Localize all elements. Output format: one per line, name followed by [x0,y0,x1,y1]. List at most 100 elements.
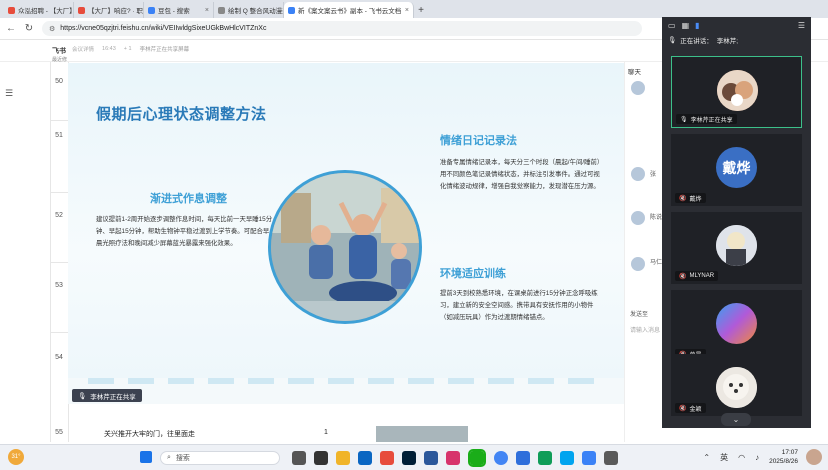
browser-tab-bar: 众泓招聘 - 【大厂】响应?·职 × 【大厂】响应? · 职 × 豆包 - 搜索… [0,0,828,18]
chat-input[interactable]: 请输入消息 [630,325,660,334]
feishu-icon[interactable] [582,451,596,465]
participant-tile[interactable]: 🔇曾晨 [671,290,802,362]
row-number: 54 [55,354,63,361]
favicon-icon [148,6,155,14]
favicon-icon [288,6,295,14]
url-field[interactable]: ⚙ https://vcne05qzjtri.feishu.cn/wiki/VE… [42,21,642,36]
app-icon[interactable] [292,451,306,465]
section-title: 情绪日记记录法 [440,135,517,147]
sharing-indicator: 🎙 李林芹正在共享 [72,389,142,402]
participant-tile[interactable]: 🎙 李林芹正在共享 [671,56,802,128]
table-cell[interactable]: 关兴推开大牢的门，往里面走 [104,429,195,439]
weather-icon[interactable]: 31° [8,449,24,465]
table-row: 55 关兴推开大牢的门，往里面走 1 [50,424,670,444]
wechat-icon[interactable] [468,449,486,467]
avatar [631,81,645,95]
shared-screen: 假期后心理状态调整方法 渐进式作息调整 建议提前1-2周开始逐步调整作息时间，每… [68,63,624,404]
app-icon[interactable] [314,451,328,465]
participant-tile[interactable]: 🔇 MLYNAR [671,212,802,284]
browser-tab-active[interactable]: 新《案文案云书》副本 - 飞书云文档 × [284,2,414,18]
phone-icon[interactable]: ▮ [695,21,699,30]
grid-line [50,120,70,121]
row-number: 50 [55,78,63,85]
chrome-icon[interactable] [494,451,508,465]
new-tab-button[interactable]: + [414,2,428,18]
site-info-icon[interactable]: ⚙ [49,25,55,33]
meeting-details-link[interactable]: 会议详情 [72,45,94,53]
app-icon[interactable] [358,451,372,465]
section-title: 渐进式作息调整 [150,193,227,205]
wifi-icon[interactable]: ◠ [738,453,745,462]
taskbar-search[interactable]: ⌕ 搜索 [160,451,280,465]
system-tray: ⌃ 英 ◠ ♪ 17:07 2025/8/26 [703,448,798,466]
window-icon[interactable]: ▭ [668,21,676,30]
app-icon[interactable] [516,451,530,465]
app-icon[interactable] [560,451,574,465]
app-icon[interactable] [446,451,460,465]
menu-icon[interactable]: ☰ [5,88,13,99]
avatar [716,225,757,266]
start-icon[interactable] [140,451,152,463]
sharing-status: 李林芹正在共享屏幕 [139,47,190,53]
browser-tab[interactable]: 绘制 Q 整合风动漫美词 - 豆包 × [214,2,284,18]
chevron-up-icon[interactable]: ⌃ [703,453,710,462]
meeting-bar: 会议详情 16:43 + 1 李林芹正在共享屏幕 [72,45,189,53]
browser-tab[interactable]: 【大厂】响应? · 职 × [74,2,144,18]
participant-name: 🔇 戴烨 [675,193,706,203]
mic-icon: 🎙 [680,116,688,123]
chat-name: 张 [650,172,657,178]
app-icon[interactable] [380,451,394,465]
row-number: 52 [55,212,63,219]
favicon-icon [8,6,15,14]
clock[interactable]: 17:07 2025/8/26 [769,448,798,466]
avatar [716,303,757,344]
mic-muted-icon: 🔇 [679,273,687,280]
row-number: 55 [55,429,63,436]
meeting-time: 16:43 [102,46,116,52]
photo-illustration [271,173,419,321]
slide-footer-stripe [68,378,624,384]
favicon-icon [218,6,225,14]
send-to-label: 发送至 [630,312,649,318]
grid-line [50,332,70,333]
mic-muted-icon: 🔇 [679,405,687,412]
grid-icon[interactable]: ▦ [682,21,690,30]
mic-icon: 🎙 [668,37,677,44]
speaking-name: 李林芹; [716,38,739,45]
app-icon[interactable] [604,451,618,465]
mic-muted-icon: 🔇 [679,195,687,202]
participant-tile[interactable]: 🔇 金颖 [671,354,802,416]
reload-icon[interactable]: ↻ [24,23,34,34]
search-icon: ⌕ [167,454,171,461]
word-icon[interactable] [424,451,438,465]
ime-indicator[interactable]: 英 [720,452,728,463]
more-icon[interactable]: ☰ [798,21,805,30]
table-cell[interactable]: 1 [324,429,328,436]
meeting-panel: ▭ ▦ ▮ ☰ 🎙 正在讲话： 李林芹; 🎙 李林芹正在共享 戴烨 🔇 戴烨 🔇 ML… [662,17,811,428]
close-icon[interactable]: × [405,7,409,14]
back-icon[interactable]: ← [6,23,16,34]
grid-line [50,192,70,193]
browser-tab[interactable]: 豆包 - 搜索 × [144,2,214,18]
close-icon[interactable]: × [205,7,209,14]
chevron-down-icon[interactable]: ⌄ [721,413,751,426]
sharing-name: 李林芹正在共享 [90,393,136,401]
avatar[interactable] [806,449,822,465]
chat-header: 聊天 [628,69,641,76]
avatar [631,211,645,225]
folder-icon[interactable] [336,451,350,465]
participant-name: 🔇 MLYNAR [675,271,719,281]
avatar [631,257,645,271]
participants-count[interactable]: + 1 [124,46,132,52]
photoshop-icon[interactable] [402,451,416,465]
participant-name: 🔇 金颖 [675,403,706,413]
volume-icon[interactable]: ♪ [755,453,759,462]
speaking-indicator: 🎙 正在讲话： 李林芹; [662,33,811,47]
browser-tab[interactable]: 众泓招聘 - 【大厂】响应?·职 × [4,2,74,18]
app-icon[interactable] [538,451,552,465]
feishu-label: 飞书 [52,48,66,55]
section-body: 提前3天到校熟悉环境，在课桌前进行15分钟正念呼吸练习，建立新的安全空间感。携带… [440,290,598,321]
participant-tile[interactable]: 戴烨 🔇 戴烨 [671,134,802,206]
section-title: 环境适应训练 [440,268,506,280]
speaking-label: 正在讲话： [680,38,713,45]
